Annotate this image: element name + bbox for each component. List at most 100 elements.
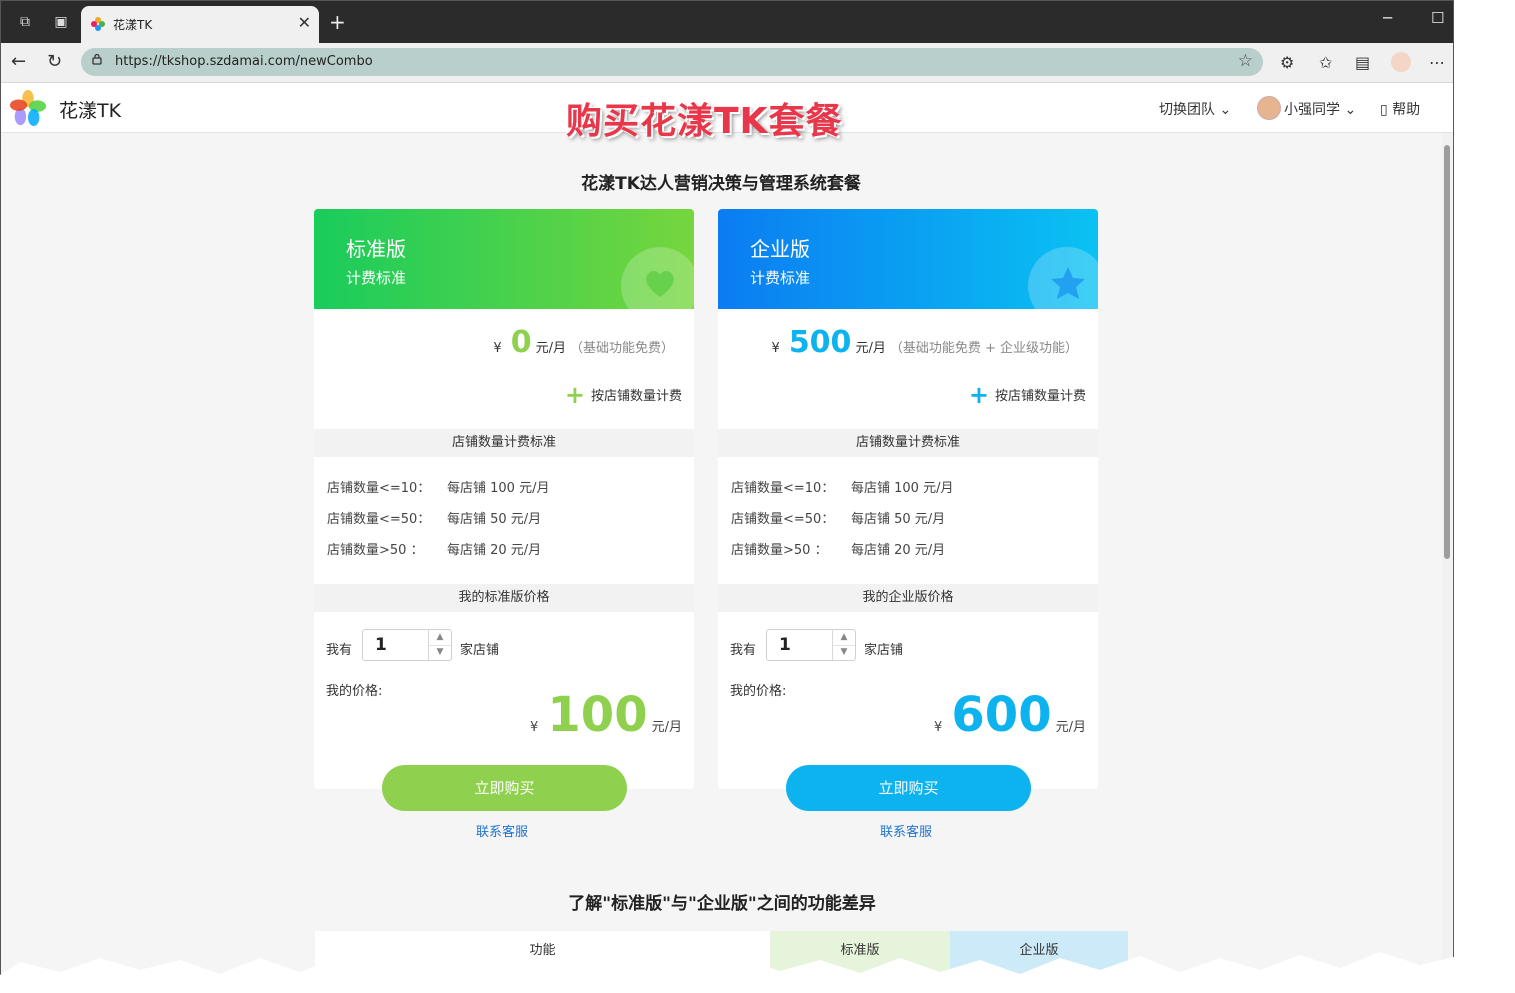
standard-contact-service-link[interactable]: 联系客服 <box>476 821 528 840</box>
increment-icon[interactable]: ▲ <box>833 630 855 646</box>
favorites-icon[interactable]: ✩ <box>1319 53 1332 72</box>
tier-row: 店铺数量<=50： 每店铺 50 元/月 <box>731 508 945 527</box>
tier-label: 店铺数量>50 ： <box>731 543 828 558</box>
tier-label: 店铺数量<=50： <box>327 512 431 527</box>
favorite-star-icon[interactable]: ☆ <box>1238 51 1253 71</box>
standard-buy-button[interactable]: 立即购买 <box>382 765 627 811</box>
decrement-icon[interactable]: ▼ <box>429 645 451 660</box>
user-avatar[interactable] <box>1257 96 1281 120</box>
stepper-arrows: ▲ ▼ <box>428 630 451 660</box>
shop-count-stepper[interactable]: 1 ▲ ▼ <box>766 629 856 661</box>
profile-avatar[interactable] <box>1391 52 1411 72</box>
my-price-section-header: 我的企业版价格 <box>718 584 1098 612</box>
browser-window: ⧉ ▣ 花漾TK ✕ + ─ ☐ ← ↻ https://tkshop.szda… <box>0 0 1454 977</box>
site-header: 花漾TK 购买花漾TK套餐 切换团队 ⌄ 小强同学 ⌄ ▯ 帮助 <box>1 83 1453 142</box>
url-text: https://tkshop.szdamai.com/newCombo <box>115 54 373 69</box>
extensions-icon[interactable]: ⚙ <box>1280 53 1294 72</box>
tier-row: 店铺数量<=50： 每店铺 50 元/月 <box>327 508 541 527</box>
tier-price: 每店铺 100 元/月 <box>851 481 954 496</box>
maximize-icon[interactable]: ☐ <box>1431 9 1444 27</box>
tier-price: 每店铺 50 元/月 <box>851 512 946 527</box>
price-unit: 元/月 <box>651 720 682 735</box>
standard-plan-header: 标准版 计费标准 <box>314 209 694 325</box>
plan-name: 企业版 <box>750 237 810 261</box>
tier-label: 店铺数量>50 ： <box>327 543 424 558</box>
price-unit: 元/月 <box>1055 720 1086 735</box>
brand-logo[interactable] <box>9 89 47 127</box>
enterprise-contact-service-link[interactable]: 联系客服 <box>880 821 932 840</box>
base-price: ¥ 0 元/月 （基础功能免费） <box>493 325 674 360</box>
shop-count-input[interactable]: 1 <box>375 635 387 655</box>
switch-team-label: 切换团队 <box>1159 102 1215 118</box>
workspaces-icon[interactable]: ⧉ <box>15 12 35 32</box>
i-have-label: 我有 <box>326 643 353 658</box>
decrement-icon[interactable]: ▼ <box>833 645 855 660</box>
currency-symbol: ¥ <box>771 341 780 356</box>
lock-icon <box>92 53 102 65</box>
my-price-section-header: 我的标准版价格 <box>314 584 694 612</box>
price-note: （基础功能免费 + 企业级功能） <box>889 341 1078 356</box>
i-have-label: 我有 <box>730 643 757 658</box>
tab-close-icon[interactable]: ✕ <box>298 13 311 32</box>
shops-suffix: 家店铺 <box>864 643 904 658</box>
page-title: 花漾TK达人营销决策与管理系统套餐 <box>581 174 861 194</box>
plan-name: 标准版 <box>346 237 406 261</box>
shops-suffix: 家店铺 <box>460 643 500 658</box>
book-icon: ▯ <box>1380 102 1388 118</box>
tier-row: 店铺数量>50 ： 每店铺 20 元/月 <box>731 539 945 558</box>
total-price: ¥ 600 元/月 <box>934 687 1086 743</box>
standard-plan-card: 标准版 计费标准 ¥ 0 元/月 （基础功能免费） + 按店铺数量计费 店铺数量计费标… <box>314 209 694 789</box>
switch-team-menu[interactable]: 切换团队 ⌄ <box>1159 99 1231 119</box>
enterprise-plan-card: 企业版 计费标准 ¥ 500 元/月 （基础功能免费 + 企业级功能） + 按店铺数量… <box>718 209 1098 789</box>
tier-row: 店铺数量>50 ： 每店铺 20 元/月 <box>327 539 541 558</box>
url-bar[interactable]: https://tkshop.szdamai.com/newCombo ☆ <box>81 48 1263 76</box>
tab-actions-icon[interactable]: ▣ <box>51 12 71 32</box>
my-price-label: 我的价格: <box>730 684 787 699</box>
tier-price: 每店铺 50 元/月 <box>447 512 542 527</box>
collections-icon[interactable]: ▤ <box>1355 53 1370 72</box>
total-price: ¥ 100 元/月 <box>530 687 682 743</box>
tab-title: 花漾TK <box>113 18 153 32</box>
total-price-value: 100 <box>547 687 648 743</box>
tier-price: 每店铺 100 元/月 <box>447 481 550 496</box>
star-icon <box>1051 267 1085 299</box>
enterprise-buy-button[interactable]: 立即购买 <box>786 765 1031 811</box>
tier-row: 店铺数量<=10： 每店铺 100 元/月 <box>327 477 549 496</box>
increment-icon[interactable]: ▲ <box>429 630 451 646</box>
price-note: （基础功能免费） <box>569 341 674 356</box>
compare-header-standard: 标准版 <box>770 931 950 976</box>
back-icon[interactable]: ← <box>11 51 26 72</box>
base-price-value: 0 <box>510 325 532 360</box>
shop-count-stepper[interactable]: 1 ▲ ▼ <box>362 629 452 661</box>
page-scrollbar[interactable] <box>1442 133 1452 976</box>
help-label: 帮助 <box>1392 102 1421 118</box>
addon-label: 按店铺数量计费 <box>994 389 1086 404</box>
plus-icon: + <box>968 381 989 409</box>
tier-section-header: 店铺数量计费标准 <box>314 429 694 457</box>
page-banner: 购买花漾TK套餐 <box>566 101 843 142</box>
addon-billing: + 按店铺数量计费 <box>969 381 1086 409</box>
minimize-icon[interactable]: ─ <box>1383 9 1392 27</box>
new-tab-icon[interactable]: + <box>329 10 346 34</box>
scrollbar-thumb[interactable] <box>1444 145 1450 559</box>
compare-header-enterprise: 企业版 <box>950 931 1128 976</box>
currency-symbol: ¥ <box>530 720 539 735</box>
plan-subtitle: 计费标准 <box>346 269 407 287</box>
help-link[interactable]: ▯ 帮助 <box>1380 99 1420 119</box>
browser-tab[interactable]: 花漾TK ✕ <box>81 6 319 43</box>
total-price-value: 600 <box>951 687 1052 743</box>
tier-row: 店铺数量<=10： 每店铺 100 元/月 <box>731 477 953 496</box>
addon-label: 按店铺数量计费 <box>590 389 682 404</box>
user-name: 小强同学 <box>1284 102 1340 118</box>
refresh-icon[interactable]: ↻ <box>47 51 62 72</box>
compare-title: 了解"标准版"与"企业版"之间的功能差异 <box>568 894 876 914</box>
shop-count-input[interactable]: 1 <box>779 635 791 655</box>
tier-label: 店铺数量<=10： <box>731 481 835 496</box>
my-price-label: 我的价格: <box>326 684 383 699</box>
tier-section-header: 店铺数量计费标准 <box>718 429 1098 457</box>
compare-header-feature: 功能 <box>315 931 770 976</box>
user-menu[interactable]: 小强同学 ⌄ <box>1284 99 1356 119</box>
more-menu-icon[interactable]: ⋯ <box>1429 53 1445 72</box>
price-unit: 元/月 <box>855 341 886 356</box>
chevron-down-icon: ⌄ <box>1219 102 1232 118</box>
